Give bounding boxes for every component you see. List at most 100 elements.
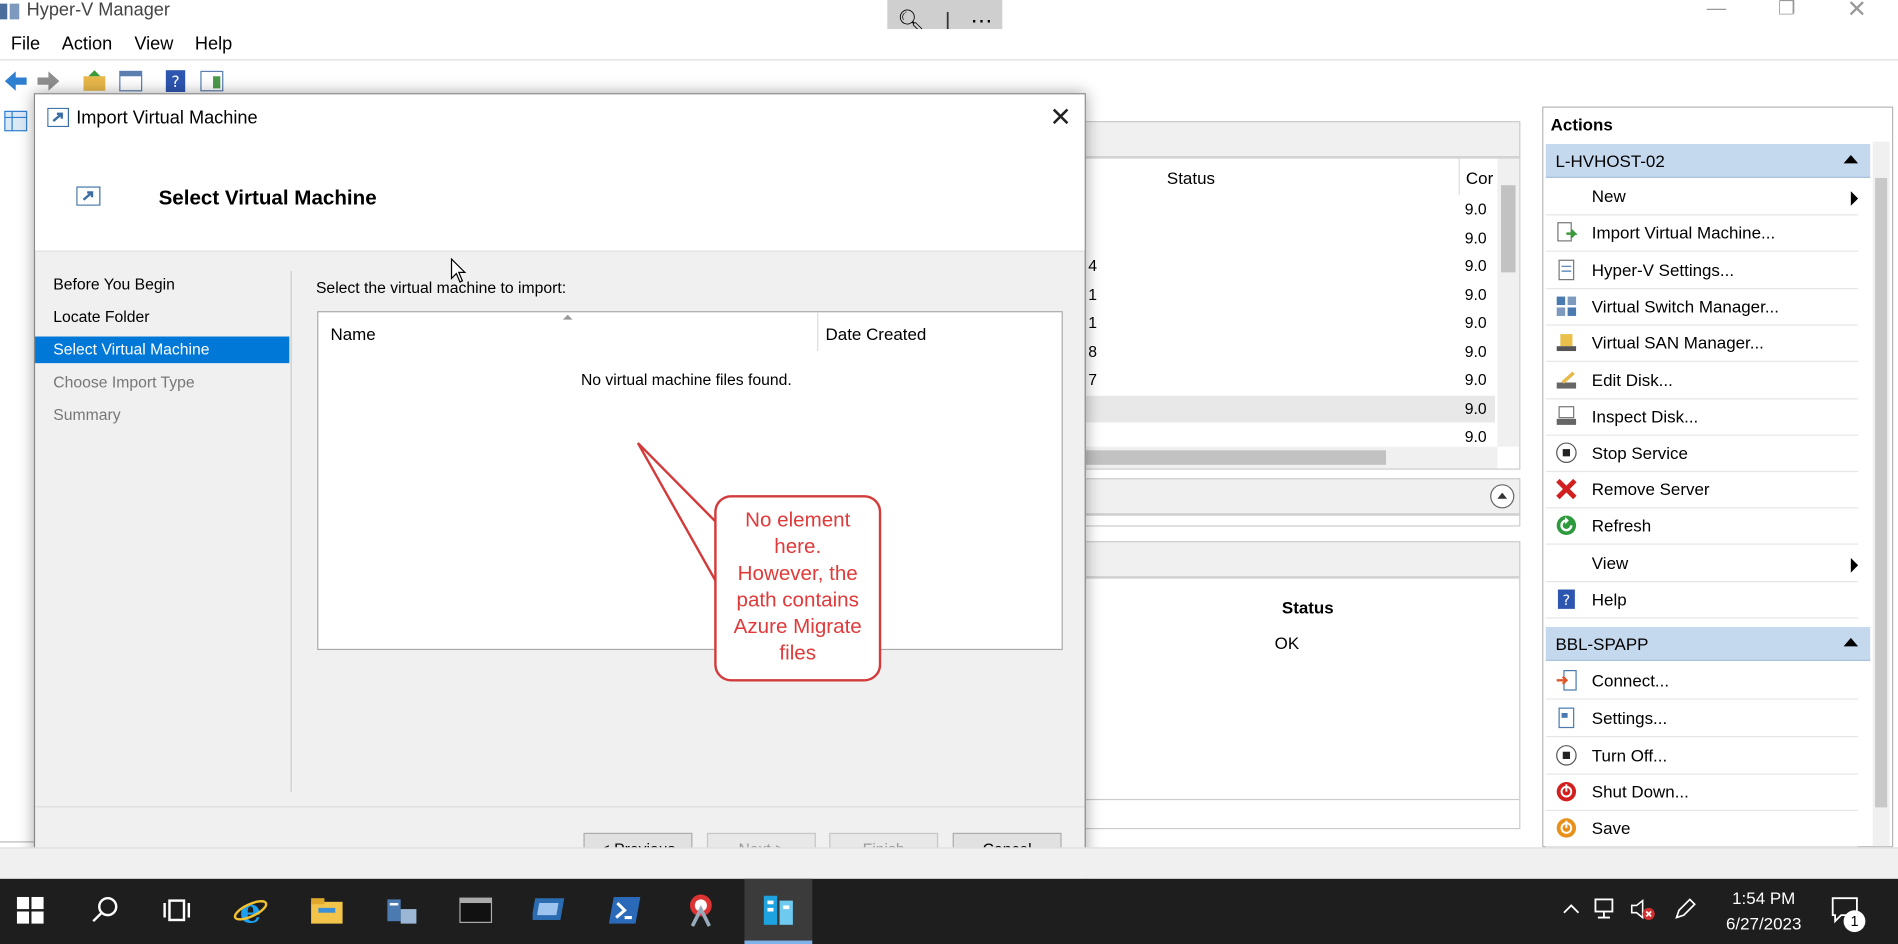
action-label: Inspect Disk... (1591, 406, 1699, 427)
action-label: View (1591, 553, 1629, 573)
submenu-arrow-icon (1850, 191, 1859, 206)
menu-action[interactable]: Action (62, 34, 112, 55)
action-inspect-disk[interactable]: Inspect Disk... (1545, 399, 1859, 436)
network-icon[interactable] (1593, 897, 1620, 921)
action-label: Edit Disk... (1591, 370, 1673, 390)
system-clock[interactable]: 1:54 PM 6/27/2023 (1709, 886, 1818, 937)
taskbar: e 1:54 PM 6/27/2023 1 (0, 878, 1898, 944)
action-remove-server[interactable]: Remove Server (1545, 472, 1859, 509)
chevron-up-icon[interactable] (1562, 899, 1581, 918)
action-connect[interactable]: Connect... (1545, 663, 1859, 700)
show-tree-icon[interactable] (117, 68, 144, 95)
console-tree-icon[interactable] (4, 109, 28, 133)
step-summary: Summary (53, 405, 121, 424)
action-virtual-san-manager[interactable]: Virtual SAN Manager... (1545, 326, 1859, 362)
action-label: Shut Down... (1591, 781, 1689, 802)
horizontal-scrollbar[interactable] (1085, 446, 1498, 469)
command-prompt-icon[interactable] (458, 892, 494, 928)
back-arrow-icon[interactable] (2, 68, 29, 95)
help-icon[interactable]: ? (162, 68, 189, 95)
action-view[interactable]: View (1545, 546, 1859, 583)
name-column-header[interactable]: Name (330, 324, 375, 343)
detail-status-value: OK (1274, 633, 1300, 653)
refresh-icon (1556, 515, 1577, 536)
windows-start-icon[interactable] (15, 895, 46, 926)
action-new[interactable]: New (1545, 179, 1859, 216)
step-select-virtual-machine[interactable]: Select Virtual Machine (35, 336, 290, 364)
action-edit-disk[interactable]: Edit Disk... (1545, 363, 1859, 400)
action-hyperv-settings[interactable]: Hyper-V Settings... (1545, 253, 1859, 290)
forward-arrow-icon[interactable] (35, 68, 62, 95)
inspect-disk-icon (1556, 406, 1577, 425)
action-help[interactable]: ? Help (1545, 582, 1859, 619)
menu-help[interactable]: Help (195, 34, 232, 55)
step-choose-import-type: Choose Import Type (53, 372, 195, 391)
step-before-you-begin[interactable]: Before You Begin (35, 271, 289, 298)
help-icon: ? (1557, 589, 1575, 609)
task-view-icon[interactable] (159, 892, 195, 928)
actions-group-vm[interactable]: BBL-SPAPP (1545, 627, 1871, 661)
show-action-pane-icon[interactable] (199, 68, 226, 95)
action-shut-down[interactable]: Shut Down... (1545, 775, 1859, 812)
up-folder-icon[interactable] (81, 68, 108, 95)
actions-group-host[interactable]: L-HVHOST-02 (1545, 144, 1871, 178)
active-app-highlight[interactable] (744, 878, 813, 944)
action-refresh[interactable]: Refresh (1545, 508, 1859, 545)
dialog-close-button[interactable]: ✕ (1050, 102, 1072, 133)
close-window-button[interactable]: ✕ (1833, 0, 1881, 22)
server-manager-icon[interactable] (384, 892, 420, 928)
scrollbar-thumb[interactable] (1501, 185, 1516, 273)
selected-row[interactable] (1085, 395, 1495, 423)
details-pane-header (1084, 541, 1521, 578)
collapse-up-icon[interactable] (1843, 637, 1859, 647)
callout-line: path contains (736, 588, 859, 612)
hyperv-manager-taskbar-icon[interactable] (760, 892, 796, 928)
search-icon[interactable] (87, 892, 123, 928)
scrollbar-thumb[interactable] (1085, 450, 1387, 465)
config-column-header[interactable]: Cor (1466, 168, 1493, 187)
date-created-column-header[interactable]: Date Created (826, 324, 927, 343)
stop-icon (1556, 442, 1577, 464)
action-settings[interactable]: Settings... (1545, 701, 1859, 738)
save-state-icon (1556, 818, 1577, 838)
vm-grid: Status Cor 9.0 9.0 9.0 9.0 9.0 9.0 9.0 9… (1084, 157, 1521, 470)
config-value: 9.0 (1464, 313, 1487, 332)
step-locate-folder[interactable]: Locate Folder (35, 304, 289, 331)
collapse-up-icon[interactable] (1843, 154, 1859, 164)
hyperv-app-icon (0, 3, 20, 20)
dialog-titlebar: Import Virtual Machine ✕ (35, 94, 1085, 141)
snipping-tool-icon[interactable] (683, 892, 719, 928)
minimize-button[interactable]: — (1692, 0, 1740, 22)
vm-pane-header (1084, 121, 1521, 158)
pen-icon[interactable] (1673, 897, 1697, 921)
file-explorer-icon[interactable] (309, 892, 345, 928)
action-turn-off[interactable]: Turn Off... (1545, 738, 1859, 775)
edit-disk-icon (1556, 371, 1577, 389)
menu-view[interactable]: View (134, 34, 173, 55)
action-label: Virtual SAN Manager... (1591, 332, 1764, 353)
action-label: Remove Server (1591, 479, 1710, 499)
action-save[interactable]: Save (1545, 811, 1859, 848)
menu-file[interactable]: File (11, 34, 40, 55)
powershell-icon[interactable] (606, 892, 642, 928)
actions-pane: Actions L-HVHOST-02 New Import Virtual M… (1542, 106, 1894, 848)
status-column-header[interactable]: Status (1167, 168, 1215, 187)
action-import-vm[interactable]: Import Virtual Machine... (1545, 215, 1859, 252)
remove-x-icon (1556, 478, 1577, 500)
maximize-button[interactable]: ❐ (1762, 0, 1810, 22)
checkpoints-pane-header (1084, 478, 1521, 515)
actions-scrollbar[interactable] (1872, 141, 1890, 847)
volume-muted-icon[interactable] (1629, 897, 1656, 921)
scrollbar-thumb[interactable] (1875, 177, 1888, 808)
action-stop-service[interactable]: Stop Service (1545, 436, 1859, 473)
action-virtual-switch-manager[interactable]: Virtual Switch Manager... (1545, 289, 1859, 326)
collapse-pane-button[interactable] (1490, 484, 1515, 509)
actions-title: Actions (1550, 114, 1613, 135)
partial-value: 4 (1088, 256, 1097, 275)
dialog-heading: Select Virtual Machine (158, 186, 377, 210)
remote-desktop-icon[interactable] (532, 892, 569, 928)
status-bar (0, 847, 1898, 879)
submenu-arrow-icon (1850, 558, 1859, 573)
vertical-scrollbar[interactable] (1497, 158, 1520, 447)
internet-explorer-icon[interactable]: e (232, 892, 268, 928)
